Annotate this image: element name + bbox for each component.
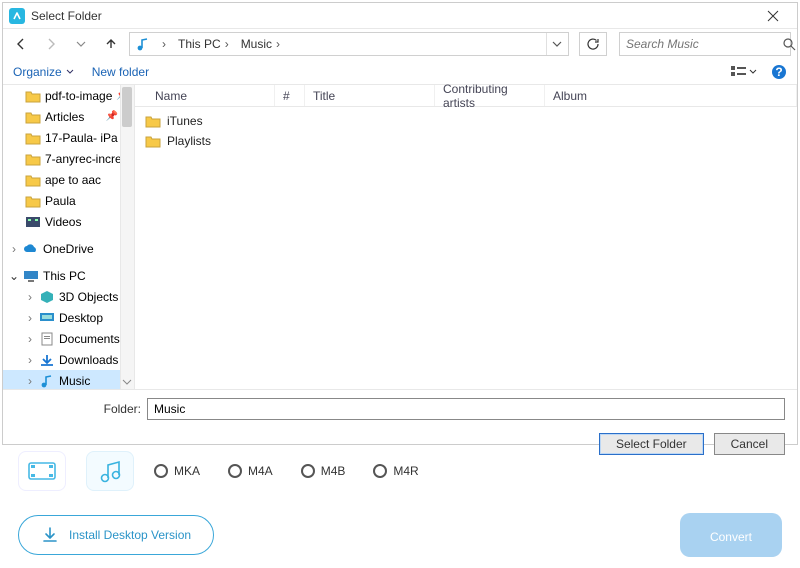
path-this-pc[interactable]: This PC› [174,37,237,51]
tree-item-3d-objects[interactable]: ›3D Objects [3,286,134,307]
collapse-icon[interactable]: ⌄ [9,269,19,283]
music-icon [39,374,55,388]
breadcrumb[interactable]: › This PC› Music› [129,32,569,56]
tree-item-pdf-to-image[interactable]: pdf-to-image📌 [3,85,134,106]
toolbar: Organize New folder ? [3,59,797,85]
downloads-icon [39,353,55,367]
search-input-container[interactable] [619,32,791,56]
search-icon [783,38,796,51]
tree-item-desktop[interactable]: ›Desktop [3,307,134,328]
tree-item-documents[interactable]: ›Documents [3,328,134,349]
3d-icon [39,290,55,304]
scroll-down-icon[interactable] [122,377,132,387]
folder-field-label: Folder: [3,402,147,416]
expand-icon[interactable]: › [25,290,35,304]
folder-icon [25,194,41,208]
column-headers[interactable]: Name # Title Contributing artists Album [135,85,797,107]
nav-bar: › This PC› Music› [3,29,797,59]
folder-icon [145,134,161,148]
tree-item-downloads[interactable]: ›Downloads [3,349,134,370]
folder-icon [25,110,41,124]
list-item[interactable]: iTunes [135,111,797,131]
col-contrib[interactable]: Contributing artists [435,85,545,106]
pin-icon: 📌 [106,111,118,122]
expand-icon[interactable]: › [25,332,35,346]
close-icon[interactable] [753,5,793,27]
tree-item-paula[interactable]: Paula [3,190,134,211]
expand-icon[interactable]: › [9,242,19,256]
folder-field-row: Folder: [3,389,797,427]
list-item[interactable]: Playlists [135,131,797,151]
col-hash[interactable]: # [275,85,305,106]
install-desktop-button[interactable]: Install Desktop Version [18,515,214,555]
convert-button[interactable]: Convert [680,513,782,557]
tree-item-videos[interactable]: Videos [3,211,134,232]
dialog-actions: Select Folder Cancel [3,427,797,465]
folder-icon [25,131,41,145]
tree-item-ape-to-aac[interactable]: ape to aac [3,169,134,190]
tree-item-7-anyrec[interactable]: 7-anyrec-increas [3,148,134,169]
dialog-title: Select Folder [31,9,753,23]
path-root-chev[interactable]: › [154,37,174,51]
expand-icon[interactable]: › [25,311,35,325]
tree-item-music[interactable]: ›Music [3,370,134,389]
folder-icon [25,152,41,166]
fmt-m4a[interactable]: M4A [228,464,273,478]
folder-icon [25,89,41,103]
pc-icon [23,269,39,283]
tree-item-17-paula-ipa[interactable]: 17-Paula- iPa📌 [3,127,134,148]
titlebar: Select Folder [3,3,797,29]
fmt-mka[interactable]: MKA [154,464,200,478]
folder-input[interactable] [147,398,785,420]
nav-forward-button [39,32,63,56]
folder-icon [145,114,161,128]
col-name[interactable]: Name [135,85,275,106]
nav-up-button[interactable] [99,32,123,56]
tree-item-articles[interactable]: Articles📌 [3,106,134,127]
help-icon[interactable]: ? [771,64,787,80]
nav-tree[interactable]: pdf-to-image📌 Articles📌 17-Paula- iPa📌 7… [3,85,135,389]
file-list[interactable]: Name # Title Contributing artists Album … [135,85,797,389]
scroll-thumb[interactable] [122,87,132,127]
tree-item-this-pc[interactable]: ⌄This PC [3,265,134,286]
video-icon [25,215,41,229]
tree-scrollbar[interactable] [120,85,134,389]
cloud-icon [23,242,39,256]
expand-icon[interactable]: › [25,353,35,367]
search-input[interactable] [626,37,783,51]
select-folder-button[interactable]: Select Folder [599,433,704,455]
organize-menu[interactable]: Organize [13,65,74,79]
install-label: Install Desktop Version [69,528,191,542]
select-folder-dialog: Select Folder › This PC› Music› Organize [2,2,798,445]
fmt-m4b[interactable]: M4B [301,464,346,478]
nav-back-button[interactable] [9,32,33,56]
music-icon [132,37,154,51]
tree-item-onedrive[interactable]: ›OneDrive [3,238,134,259]
col-album[interactable]: Album [545,85,797,106]
documents-icon [39,332,55,346]
desktop-icon [39,311,55,325]
fmt-m4r[interactable]: M4R [373,464,418,478]
cancel-button[interactable]: Cancel [714,433,785,455]
path-music[interactable]: Music› [237,37,288,51]
view-options-button[interactable] [731,66,757,78]
path-dropdown-button[interactable] [546,33,566,55]
folder-icon [25,173,41,187]
refresh-button[interactable] [579,32,607,56]
svg-text:?: ? [775,65,782,79]
new-folder-button[interactable]: New folder [92,65,149,79]
format-options: MKA M4A M4B M4R [154,464,419,478]
nav-recent-button[interactable] [69,32,93,56]
app-icon [9,8,25,24]
expand-icon[interactable]: › [25,374,35,388]
col-title[interactable]: Title [305,85,435,106]
